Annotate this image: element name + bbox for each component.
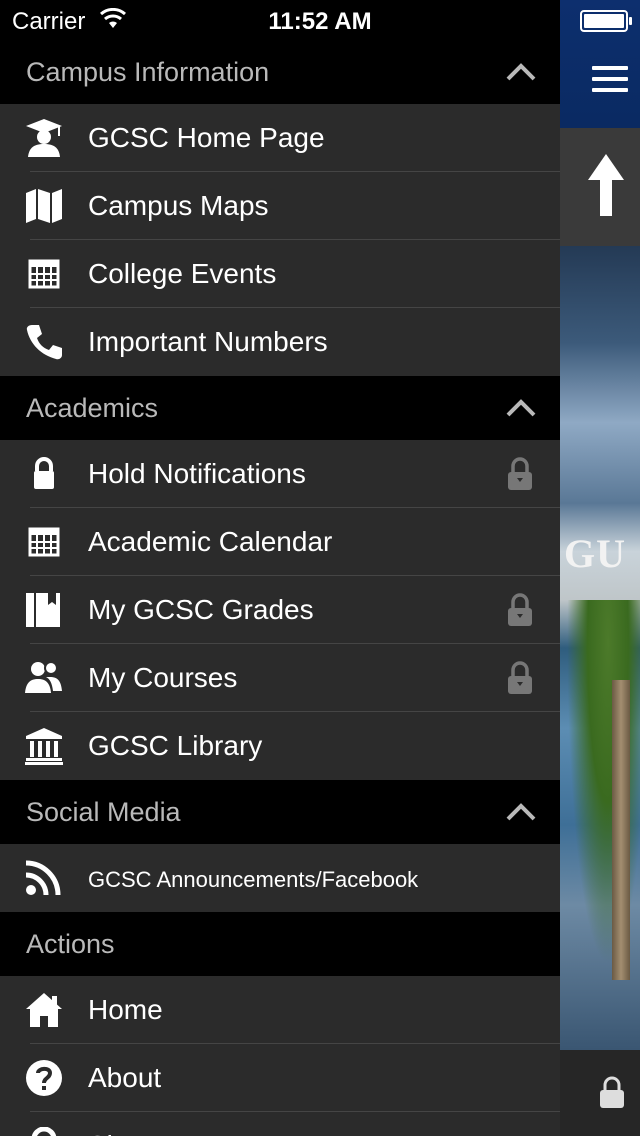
users-icon — [24, 659, 64, 697]
building-sign: GU — [564, 531, 626, 576]
menu-item-important-numbers[interactable]: Important Numbers — [0, 308, 560, 376]
section-title: Campus Information — [26, 57, 270, 87]
menu-item-sign-in[interactable]: Sign In — [0, 1112, 560, 1136]
menu-item-label: Campus Maps — [88, 190, 269, 221]
menu-item-label: Sign In — [88, 1130, 175, 1136]
section-title: Academics — [26, 393, 159, 423]
chevron-up-icon[interactable] — [506, 802, 536, 822]
navigation-drawer: Campus Information GCSC Home Page Campus M… — [0, 40, 560, 1136]
battery-icon — [580, 10, 632, 32]
menu-item-label: College Events — [88, 258, 277, 289]
status-bar: Carrier 11:52 AM — [0, 0, 640, 40]
section-header-social-media[interactable]: Social Media — [0, 780, 560, 844]
menu-item-college-events[interactable]: College Events — [0, 240, 560, 308]
locked-icon — [506, 456, 534, 492]
menu-item-gcsc-announcements-facebook[interactable]: GCSC Announcements/Facebook — [0, 844, 560, 912]
lock-icon[interactable] — [598, 1076, 626, 1110]
menu-item-label: GCSC Home Page — [88, 122, 325, 153]
menu-item-label: Home — [88, 994, 163, 1025]
calendar-icon — [24, 523, 64, 561]
lock-icon — [24, 455, 64, 493]
locked-icon — [506, 660, 534, 696]
palm-trunk — [612, 680, 630, 980]
menu-item-label: My Courses — [88, 662, 238, 693]
home-icon — [24, 991, 64, 1029]
menu-item-label: Hold Notifications — [88, 458, 306, 489]
menu-item-label: GCSC Announcements/Facebook — [88, 867, 419, 892]
menu-item-hold-notifications[interactable]: Hold Notifications — [0, 440, 560, 508]
section-header-actions[interactable]: Actions — [0, 912, 560, 976]
menu-item-about[interactable]: About — [0, 1044, 560, 1112]
menu-item-academic-calendar[interactable]: Academic Calendar — [0, 508, 560, 576]
menu-item-gcsc-home-page[interactable]: GCSC Home Page — [0, 104, 560, 172]
calendar-icon — [24, 255, 64, 293]
menu-item-label: About — [88, 1062, 162, 1093]
locked-icon — [506, 592, 534, 628]
hamburger-menu-icon[interactable] — [592, 66, 628, 98]
background-app: GU — [560, 0, 640, 1136]
menu-item-my-courses[interactable]: My Courses — [0, 644, 560, 712]
phone-icon — [24, 323, 64, 361]
up-arrow-icon[interactable] — [584, 150, 628, 220]
menu-item-label: GCSC Library — [88, 730, 263, 761]
library-icon — [24, 727, 64, 765]
menu-item-campus-maps[interactable]: Campus Maps — [0, 172, 560, 240]
section-title: Actions — [26, 929, 115, 959]
chevron-up-icon[interactable] — [506, 62, 536, 82]
menu-item-label: Academic Calendar — [88, 526, 333, 557]
chevron-up-icon[interactable] — [506, 398, 536, 418]
help-icon — [24, 1059, 64, 1097]
key-icon — [24, 1126, 64, 1136]
book-icon — [24, 591, 64, 629]
graduate-icon — [24, 119, 64, 157]
section-header-campus-information[interactable]: Campus Information — [0, 40, 560, 104]
menu-item-home[interactable]: Home — [0, 976, 560, 1044]
section-title: Social Media — [26, 797, 181, 827]
rss-icon — [24, 859, 64, 897]
clock: 11:52 AM — [268, 8, 372, 35]
section-header-academics[interactable]: Academics — [0, 376, 560, 440]
menu-item-label: Important Numbers — [88, 326, 328, 357]
menu-item-label: My GCSC Grades — [88, 594, 314, 625]
map-icon — [24, 187, 64, 225]
menu-item-gcsc-library[interactable]: GCSC Library — [0, 712, 560, 780]
menu-item-my-gcsc-grades[interactable]: My GCSC Grades — [0, 576, 560, 644]
